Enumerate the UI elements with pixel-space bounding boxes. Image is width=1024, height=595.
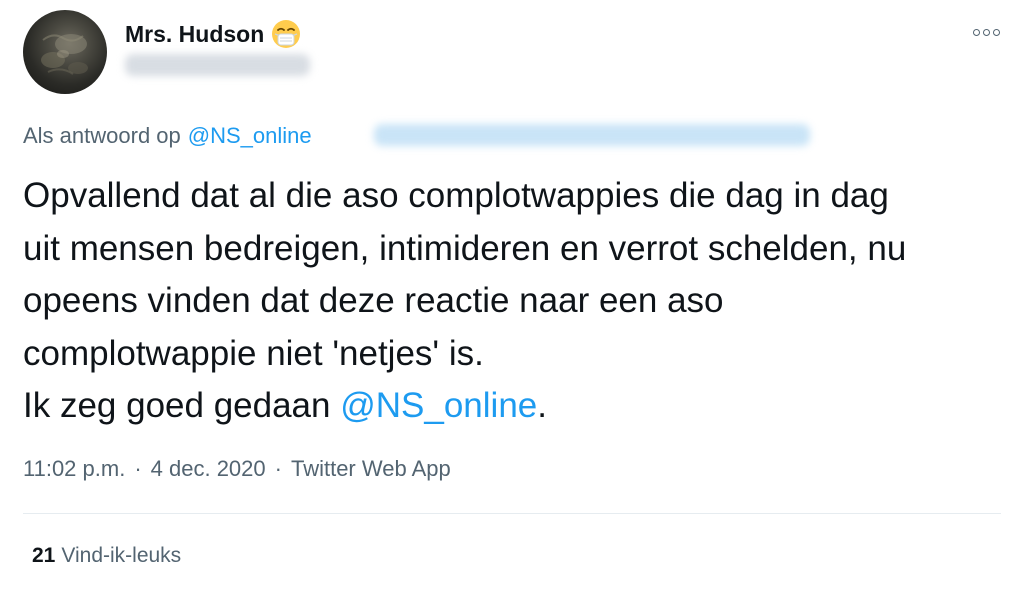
more-options-icon[interactable] (968, 20, 1004, 44)
separator-dot: · (274, 456, 282, 481)
likes-link[interactable]: 21 Vind-ik-leuks (32, 541, 181, 571)
tweet-time-link[interactable]: 11:02 p.m. (23, 456, 125, 482)
tweet-text-line: complotwappie niet 'netjes' is. (23, 333, 484, 373)
reply-prefix: Als antwoord op (23, 123, 181, 148)
divider (23, 513, 1001, 514)
separator-dot: · (134, 456, 142, 481)
tweet-mention-link[interactable]: @NS_online (340, 386, 537, 425)
tweet-date-link[interactable]: 4 dec. 2020 (151, 456, 266, 482)
tweet-text-prefix: Ik zeg goed gedaan (23, 386, 341, 425)
avatar-image (41, 34, 88, 75)
tweet-text-suffix: . (537, 386, 547, 425)
reply-mention-link[interactable]: @NS_online (188, 123, 312, 149)
display-name[interactable]: Mrs. Hudson (125, 21, 264, 48)
likes-label: Vind-ik-leuks (61, 544, 182, 567)
tweet-detail: Mrs. Hudson Als antwoord op @NS_online O… (0, 0, 1024, 595)
tweet-text-last-line: Ik zeg goed gedaan @NS_online. (23, 380, 1003, 433)
author-name-row[interactable]: Mrs. Hudson (125, 18, 302, 50)
redacted-reply-mentions (374, 124, 810, 146)
tweet-source-link[interactable]: Twitter Web App (291, 456, 451, 482)
tweet-text-line: Opvallend dat al die aso complotwappies … (23, 176, 889, 215)
redacted-handle (125, 54, 310, 76)
tweet-text-line: uit mensen bedreigen, intimideren en ver… (23, 228, 907, 268)
tweet-text: Opvallend dat al die aso complotwappies … (23, 170, 1003, 433)
likes-count: 21 (32, 544, 56, 567)
tweet-metadata: 11:02 p.m. · 4 dec. 2020 · Twitter Web A… (23, 454, 451, 484)
reply-context: Als antwoord op @NS_online (23, 121, 312, 151)
avatar[interactable] (23, 10, 107, 94)
face-with-medical-mask-icon (270, 18, 302, 50)
tweet-text-line: opeens vinden dat deze reactie naar een … (23, 281, 724, 320)
